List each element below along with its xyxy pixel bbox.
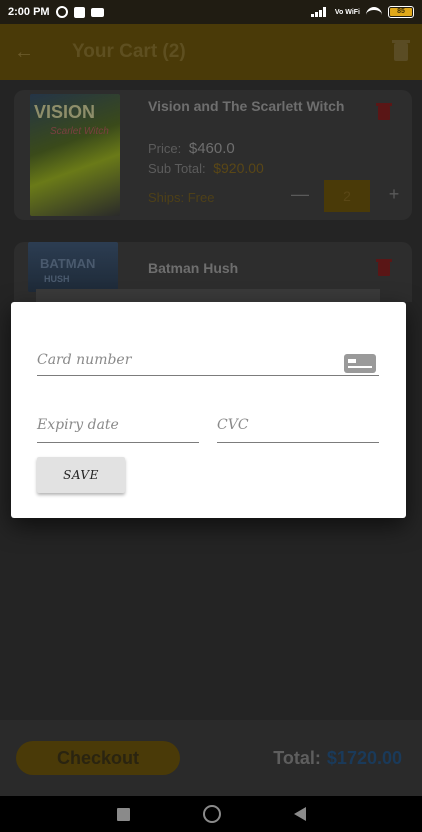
video-camera-icon: [90, 7, 104, 17]
delete-item-icon[interactable]: [376, 259, 392, 276]
status-bar: 2:00 PM Vo WiFi 85: [0, 0, 422, 24]
item-title: Batman Hush: [148, 260, 239, 276]
status-left: 2:00 PM: [8, 6, 104, 18]
increase-quantity-button[interactable]: +: [384, 184, 404, 206]
comic-cover-image: VISION Scarlet Witch: [30, 94, 120, 216]
item-title: Vision and The Scarlett Witch: [148, 98, 345, 114]
shipping-info: Ships: Free: [148, 190, 215, 205]
card-number-input[interactable]: Card number: [37, 352, 131, 368]
checkout-button[interactable]: Checkout: [16, 741, 180, 775]
cart-item: VISION Scarlet Witch Vision and The Scar…: [14, 90, 412, 220]
price-value: $460.0: [188, 140, 235, 157]
cvc-underline: [217, 442, 379, 443]
expiry-underline: [37, 442, 199, 443]
whatsapp-icon: [55, 6, 68, 18]
app-bar: ← Your Cart (2): [0, 24, 422, 80]
vowifi-indicator: Vo WiFi: [334, 8, 360, 16]
notification-icon: [73, 6, 85, 18]
total-value: $1720.00: [326, 748, 402, 768]
recents-icon[interactable]: [116, 807, 130, 821]
back-arrow-icon[interactable]: ←: [14, 41, 38, 64]
quantity-field[interactable]: 2: [324, 180, 370, 212]
cover-title: VISION: [34, 102, 96, 122]
credit-card-icon: [344, 354, 376, 373]
cart-total: Total: $1720.00: [273, 748, 402, 769]
decrease-quantity-button[interactable]: —: [290, 184, 310, 206]
cvc-input[interactable]: CVC: [217, 417, 249, 433]
system-nav-bar: [0, 796, 422, 832]
total-label: Total:: [273, 748, 321, 768]
card-details-dialog: Card number Expiry date CVC SAVE: [11, 302, 406, 518]
save-button[interactable]: SAVE: [37, 457, 125, 493]
clear-cart-trash-icon[interactable]: [392, 40, 410, 61]
delete-item-icon[interactable]: [376, 103, 392, 120]
cover-subtitle: Scarlet Witch: [50, 126, 109, 137]
back-triangle-icon[interactable]: [293, 807, 306, 821]
comic-cover-image: BATMAN HUSH: [28, 242, 118, 292]
card-strip: [36, 289, 380, 303]
price-row: Price: $460.0: [148, 140, 235, 157]
expiry-date-input[interactable]: Expiry date: [37, 417, 119, 433]
subtotal-value: $920.00: [213, 160, 264, 176]
cover-title: BATMAN: [40, 256, 96, 271]
price-label: Price:: [148, 141, 182, 156]
signal-icon: [310, 7, 329, 17]
cover-subtitle: HUSH: [44, 274, 70, 284]
checkout-bar: Checkout Total: $1720.00: [0, 720, 422, 796]
subtotal-row: Sub Total: $920.00: [148, 160, 264, 176]
home-icon[interactable]: [202, 805, 221, 823]
subtotal-label: Sub Total:: [148, 161, 206, 176]
card-number-underline: [37, 375, 379, 376]
wifi-icon: [366, 6, 382, 18]
battery-level: 85: [390, 8, 412, 16]
status-right: Vo WiFi 85: [310, 6, 414, 18]
battery-icon: 85: [388, 6, 414, 18]
page-title: Your Cart (2): [72, 41, 186, 62]
status-time: 2:00 PM: [8, 6, 50, 18]
